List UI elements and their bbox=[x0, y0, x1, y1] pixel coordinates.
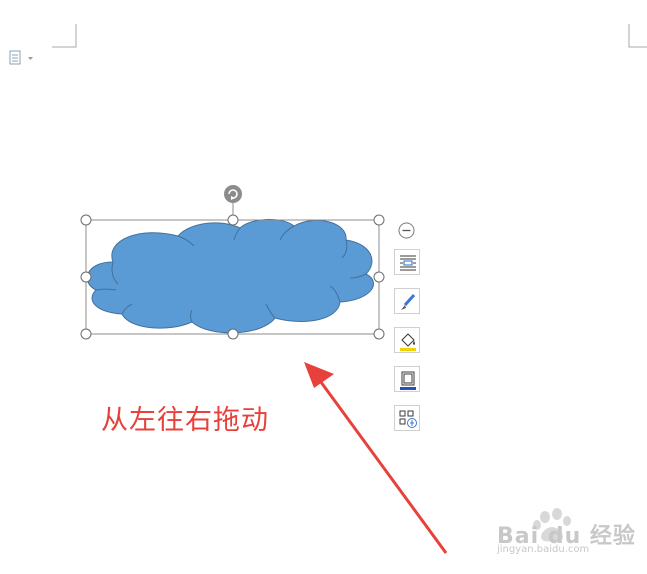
collapse-toolbar-button[interactable] bbox=[398, 222, 415, 239]
resize-handle-bottom-center[interactable] bbox=[227, 328, 239, 340]
resize-handle-middle-left[interactable] bbox=[80, 271, 92, 283]
fill-bucket-icon bbox=[400, 333, 416, 351]
resize-handle-top-right[interactable] bbox=[373, 214, 385, 226]
more-options-button[interactable] bbox=[394, 405, 420, 431]
drag-direction-arrow bbox=[304, 362, 448, 554]
more-options-icon bbox=[399, 410, 417, 428]
resize-handle-top-left[interactable] bbox=[80, 214, 92, 226]
text-wrap-button[interactable] bbox=[394, 249, 420, 275]
resize-handle-middle-right[interactable] bbox=[373, 271, 385, 283]
collapse-icon bbox=[398, 222, 415, 239]
watermark-url: jingyan.baidu.com bbox=[497, 544, 590, 555]
resize-handle-bottom-left[interactable] bbox=[80, 328, 92, 340]
outline-border-icon bbox=[400, 371, 416, 390]
shape-style-button[interactable] bbox=[394, 288, 420, 314]
outline-button[interactable] bbox=[394, 366, 420, 392]
resize-handle-bottom-right[interactable] bbox=[373, 328, 385, 340]
fill-button[interactable] bbox=[394, 327, 420, 353]
text-wrap-icon bbox=[400, 255, 416, 271]
resize-handle-top-center[interactable] bbox=[227, 214, 239, 226]
shape-style-brush-icon bbox=[401, 293, 416, 310]
annotation-text: 从左往右拖动 bbox=[101, 405, 269, 436]
cloud-shape[interactable] bbox=[86, 219, 374, 334]
shape-canvas bbox=[80, 185, 448, 554]
rotate-handle-icon[interactable] bbox=[224, 185, 242, 203]
